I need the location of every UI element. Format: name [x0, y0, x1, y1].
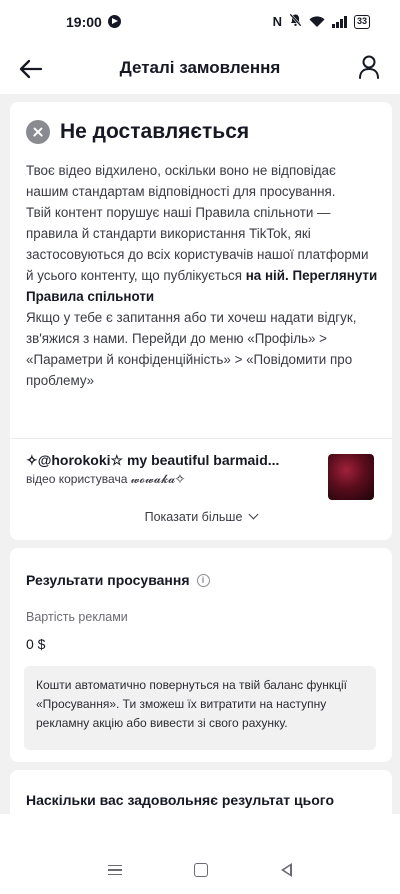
status-icons: N 33 [273, 13, 370, 30]
status-title: Не доставляється [60, 120, 250, 143]
home-icon[interactable] [194, 863, 209, 877]
status-description: Твоє відео відхилено, оскільки воно не в… [26, 160, 378, 391]
promotion-results-card: Результати просування i Вартість реклами… [10, 548, 392, 762]
app-notification-icon [108, 15, 121, 28]
status-time: 19:00 [66, 14, 102, 30]
violation-text: Твій контент порушує наші Правила спільн… [26, 202, 378, 307]
profile-button[interactable] [354, 50, 384, 84]
divider [10, 438, 392, 439]
menu-icon[interactable] [108, 864, 123, 876]
mute-icon [289, 13, 302, 30]
wifi-icon [309, 15, 325, 28]
back-icon[interactable] [280, 863, 292, 877]
info-icon[interactable]: i [196, 573, 210, 587]
status-header: Не доставляється [26, 120, 249, 144]
contact-text: Якщо у тебе є запитання або ти хочеш над… [26, 310, 357, 388]
video-title: ✧@horokoki☆ my beautiful barmaid... [26, 452, 280, 468]
person-icon [359, 55, 379, 79]
show-more-button[interactable]: Показати більше [10, 509, 392, 524]
refund-note: Кошти автоматично повернуться на твій ба… [24, 666, 376, 750]
violation-text-end: на ній. [245, 268, 289, 283]
page-content: Не доставляється Твоє відео відхилено, о… [0, 94, 400, 814]
results-title: Результати просування [26, 572, 190, 588]
video-author: відео користувача 𝔀𝓸𝔀𝓪𝓴𝓪✧ [26, 472, 185, 486]
signal-icon [331, 15, 347, 28]
status-bar: 19:00 N 33 [0, 0, 400, 44]
satisfaction-card: Наскільки вас задовольняє результат цьог… [10, 770, 392, 814]
promoted-video[interactable]: ✧@horokoki☆ my beautiful barmaid... віде… [26, 452, 316, 487]
ad-cost-value: 0 $ [26, 636, 46, 652]
rejection-text: Твоє відео відхилено, оскільки воно не в… [26, 163, 336, 199]
nfc-icon: N [272, 14, 282, 29]
show-more-label: Показати більше [144, 510, 243, 524]
page-title: Деталі замовлення [119, 58, 281, 77]
satisfaction-question: Наскільки вас задовольняє результат цьог… [26, 792, 335, 808]
x-circle-icon [26, 120, 50, 144]
order-status-card: Не доставляється Твоє відео відхилено, о… [10, 102, 392, 540]
battery-icon: 33 [353, 14, 370, 29]
results-header: Результати просування i [26, 572, 210, 588]
ad-cost-label: Вартість реклами [26, 610, 128, 624]
app-header: Деталі замовлення [0, 44, 400, 94]
system-nav-bar [0, 850, 400, 890]
video-thumbnail[interactable] [328, 454, 374, 500]
chevron-down-icon [248, 509, 259, 520]
